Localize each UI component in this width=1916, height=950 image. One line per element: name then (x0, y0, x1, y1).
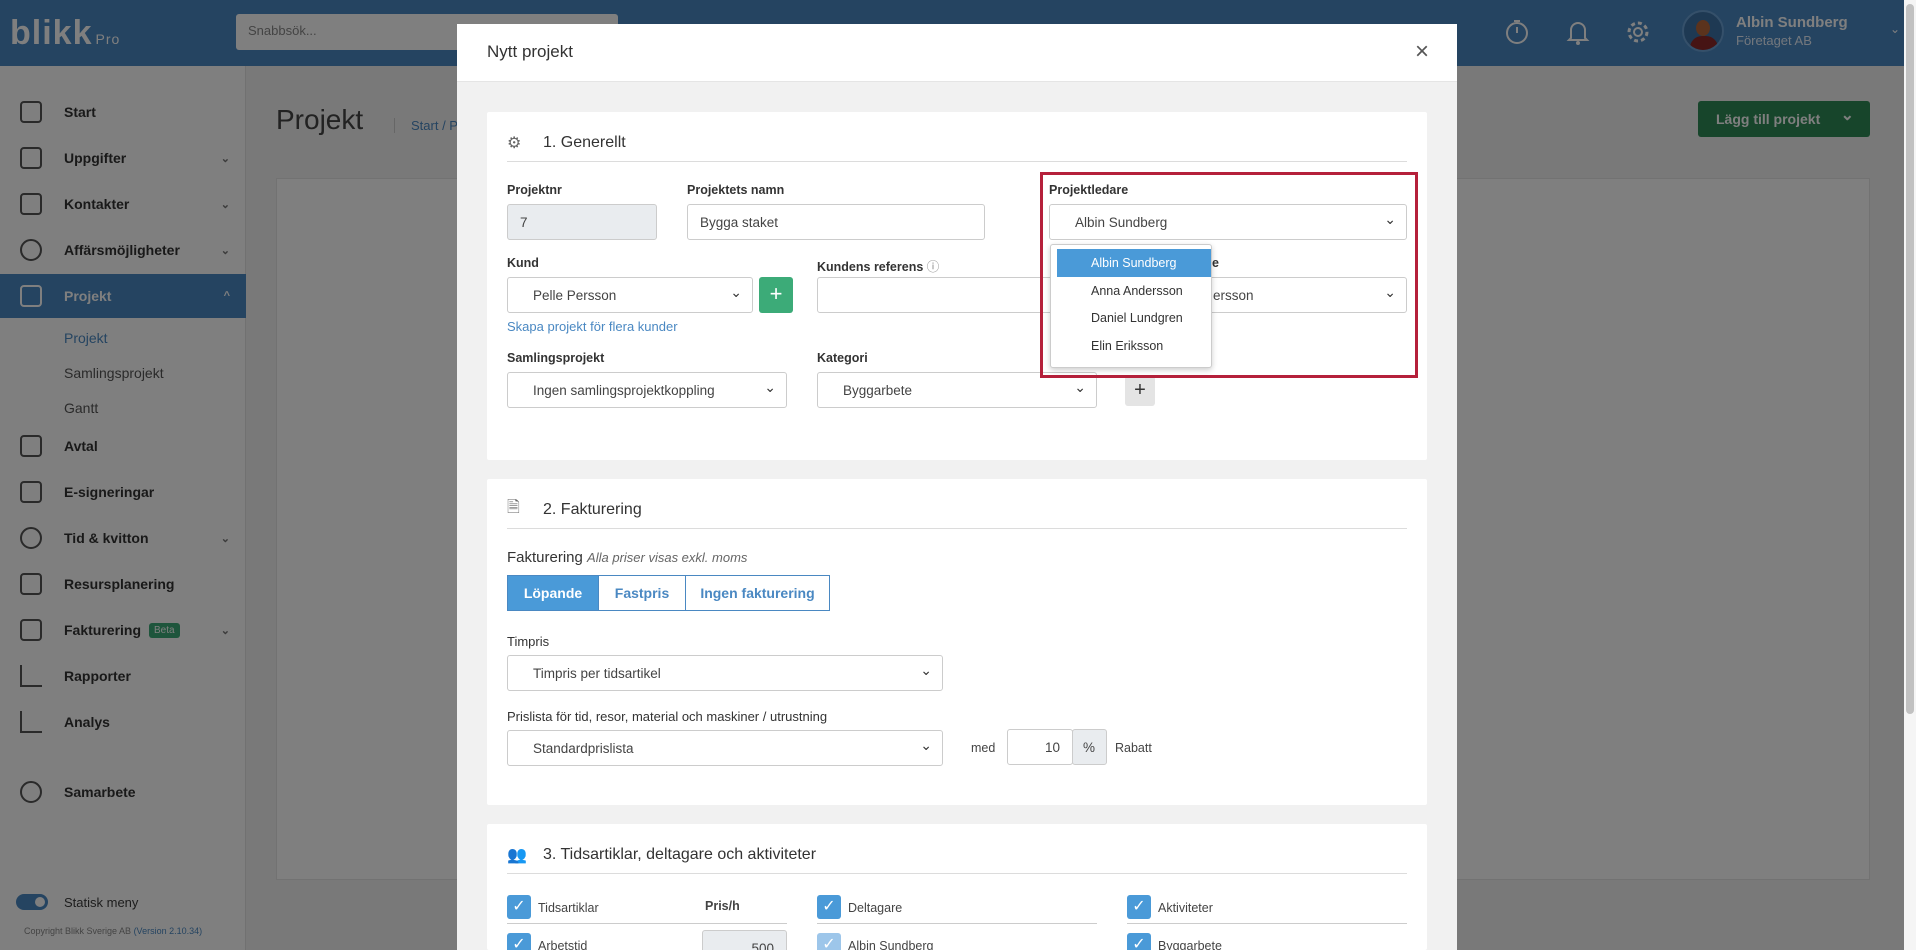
timpris-label: Timpris (507, 634, 550, 649)
tidsartiklar-checkbox[interactable]: ✓ (507, 895, 531, 919)
section-general-header: ⚙ 1. Generellt (507, 124, 1407, 162)
users-icon: 👥 (507, 846, 527, 864)
section-time-articles-header: 👥 3. Tidsartiklar, deltagare och aktivite… (507, 836, 1407, 874)
kategori-label: Kategori (817, 351, 868, 365)
section-invoicing: 🗎 2. Fakturering Fakturering Alla priser … (487, 479, 1427, 805)
kund-select[interactable]: Pelle Persson (507, 277, 753, 313)
participant-checkbox[interactable]: ✓ (817, 933, 841, 950)
customer-reference-label: Kundens referens ⓘ (817, 260, 940, 274)
divider (507, 923, 787, 924)
project-name-field[interactable]: Bygga staket (687, 204, 985, 240)
gear-icon: ⚙ (507, 134, 522, 152)
dropdown-option[interactable]: Anna Andersson (1057, 277, 1211, 305)
help-icon[interactable]: ⓘ (927, 260, 940, 274)
seg-fastpris[interactable]: Fastpris (598, 575, 686, 611)
add-customer-button[interactable]: + (759, 277, 793, 313)
arbetstid-checkbox[interactable]: ✓ (507, 933, 531, 950)
section-invoicing-header: 🗎 2. Fakturering (507, 491, 1407, 529)
document-icon: 🗎 (507, 499, 520, 516)
projektnr-label: Projektnr (507, 183, 562, 197)
customer-reference-field[interactable] (817, 277, 1057, 313)
arbetstid-label: Arbetstid (538, 939, 588, 950)
deltagare-checkbox[interactable]: ✓ (817, 895, 841, 919)
projektledare-dropdown: Albin Sundberg Anna Andersson Daniel Lun… (1050, 244, 1212, 368)
activity-name: Byggarbete (1158, 939, 1222, 950)
med-label: med (971, 741, 996, 755)
participant-name: Albin Sundberg (848, 939, 934, 950)
modal-header: Nytt projekt × (457, 24, 1457, 82)
multi-customer-link[interactable]: Skapa projekt för flera kunder (507, 319, 678, 334)
aktiviteter-label: Aktiviteter (1158, 901, 1213, 915)
dropdown-option[interactable]: Albin Sundberg (1057, 249, 1211, 277)
seg-ingen-fakturering[interactable]: Ingen fakturering (685, 575, 830, 611)
pris-per-hour-label: Pris/h (705, 899, 740, 913)
close-icon[interactable]: × (1415, 38, 1429, 66)
kund-label: Kund (507, 256, 539, 270)
modal-title: Nytt projekt (487, 42, 573, 61)
timpris-select[interactable]: Timpris per tidsartikel (507, 655, 943, 691)
arbetstid-price[interactable]: 500 (702, 930, 787, 950)
samlingsprojekt-select[interactable]: Ingen samlingsprojektkoppling (507, 372, 787, 408)
add-category-button[interactable]: + (1125, 376, 1155, 406)
prislista-select[interactable]: Standardprislista (507, 730, 943, 766)
byggarbete-checkbox[interactable]: ✓ (1127, 933, 1151, 950)
percent-addon: % (1072, 729, 1107, 765)
fakturering-label: Fakturering Alla priser visas exkl. moms (507, 549, 748, 566)
rabatt-label: Rabatt (1115, 741, 1152, 755)
projektnr-field[interactable]: 7 (507, 204, 657, 240)
dropdown-option[interactable]: Daniel Lundgren (1057, 304, 1211, 332)
scrollbar-thumb[interactable] (1906, 4, 1914, 714)
samlingsprojekt-label: Samlingsprojekt (507, 351, 605, 365)
section-time-articles: 👥 3. Tidsartiklar, deltagare och aktivite… (487, 824, 1427, 950)
divider (1127, 923, 1407, 924)
new-project-modal: Nytt projekt × ⚙ 1. Generellt Projektnr 7… (457, 24, 1457, 950)
divider (817, 923, 1097, 924)
aktiviteter-checkbox[interactable]: ✓ (1127, 895, 1151, 919)
project-name-label: Projektets namn (687, 183, 785, 197)
deltagare-label: Deltagare (848, 901, 903, 915)
dropdown-option[interactable]: Elin Eriksson (1057, 332, 1211, 360)
seg-lopande[interactable]: Löpande (507, 575, 599, 611)
tidsartiklar-label: Tidsartiklar (538, 901, 599, 915)
prislista-label: Prislista för tid, resor, material och m… (507, 709, 828, 724)
rabatt-field[interactable]: 10 (1007, 729, 1073, 765)
